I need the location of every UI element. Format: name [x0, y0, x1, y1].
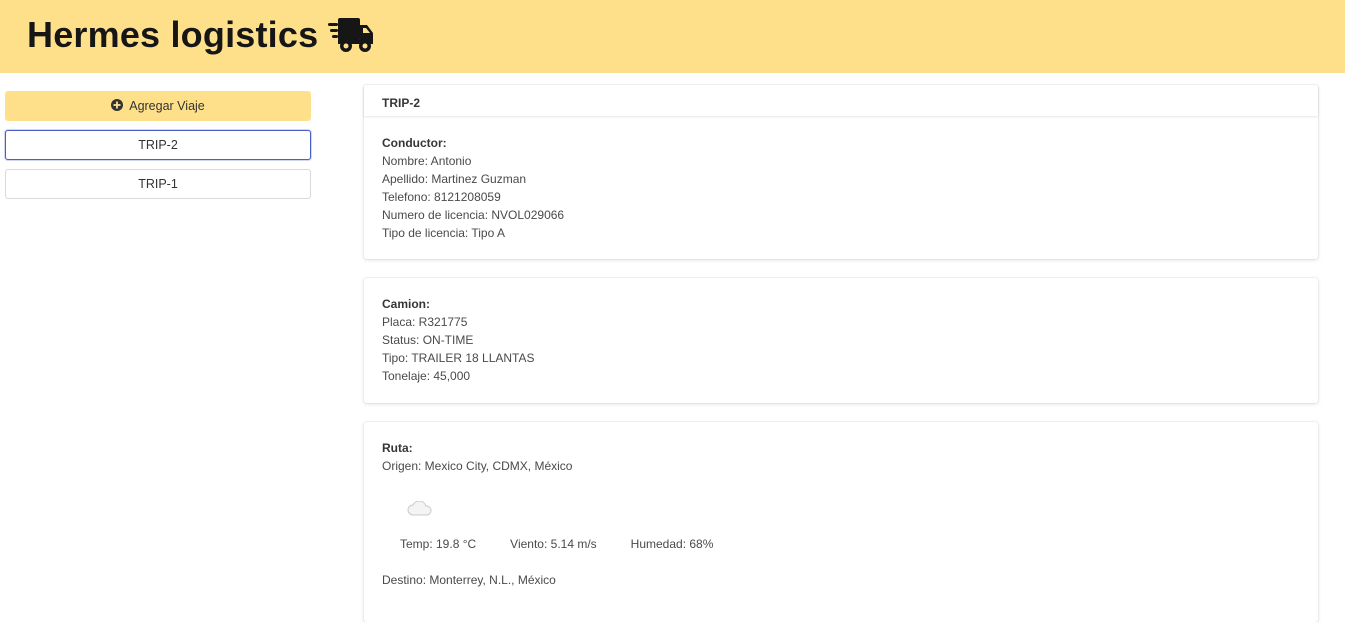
truck-placa: Placa: R321775 — [382, 315, 468, 329]
cloud-icon — [406, 500, 434, 522]
route-origen: Origen: Mexico City, CDMX, México — [382, 459, 573, 473]
driver-apellido: Apellido: Martinez Guzman — [382, 172, 527, 186]
route-heading: Ruta: — [382, 441, 413, 455]
driver-heading: Conductor: — [382, 136, 447, 150]
add-trip-button[interactable]: Agregar Viaje — [5, 91, 311, 121]
trip-label: TRIP-1 — [138, 177, 178, 191]
trip-title: TRIP-2 — [364, 85, 1318, 116]
weather-humedad: Humedad: 68% — [630, 537, 714, 551]
weather-info: Temp: 19.8 °C Viento: 5.14 m/s Humedad: … — [400, 535, 713, 553]
route-destino: Destino: Monterrey, N.L., México — [382, 573, 556, 587]
brand[interactable]: Hermes logistics — [27, 14, 374, 56]
weather-viento: Viento: 5.14 m/s — [510, 537, 597, 551]
trip-item-trip-2[interactable]: TRIP-2 — [5, 130, 311, 160]
sidebar: Agregar Viaje TRIP-2 TRIP-1 — [5, 91, 311, 199]
driver-tipo-licencia: Tipo de licencia: Tipo A — [382, 226, 505, 240]
driver-card: TRIP-2 Conductor: Nombre: Antonio Apelli… — [364, 85, 1318, 259]
route-card: Ruta: Origen: Mexico City, CDMX, México … — [364, 422, 1318, 622]
driver-telefono: Telefono: 8121208059 — [382, 190, 501, 204]
plus-circle-icon — [111, 98, 124, 114]
app-title: Hermes logistics — [27, 14, 319, 55]
truck-status: Status: ON-TIME — [382, 333, 474, 347]
truck-tipo: Tipo: TRAILER 18 LLANTAS — [382, 351, 535, 365]
weather-temp: Temp: 19.8 °C — [400, 537, 477, 551]
trip-item-trip-1[interactable]: TRIP-1 — [5, 169, 311, 199]
truck-fast-icon — [328, 16, 374, 54]
add-trip-label: Agregar Viaje — [129, 99, 205, 113]
truck-card: Camion: Placa: R321775 Status: ON-TIME T… — [364, 278, 1318, 403]
top-navbar: Hermes logistics — [0, 0, 1345, 73]
trip-label: TRIP-2 — [138, 138, 178, 152]
truck-heading: Camion: — [382, 297, 430, 311]
driver-licencia: Numero de licencia: NVOL029066 — [382, 208, 565, 222]
truck-tonelaje: Tonelaje: 45,000 — [382, 369, 471, 383]
driver-nombre: Nombre: Antonio — [382, 154, 472, 168]
